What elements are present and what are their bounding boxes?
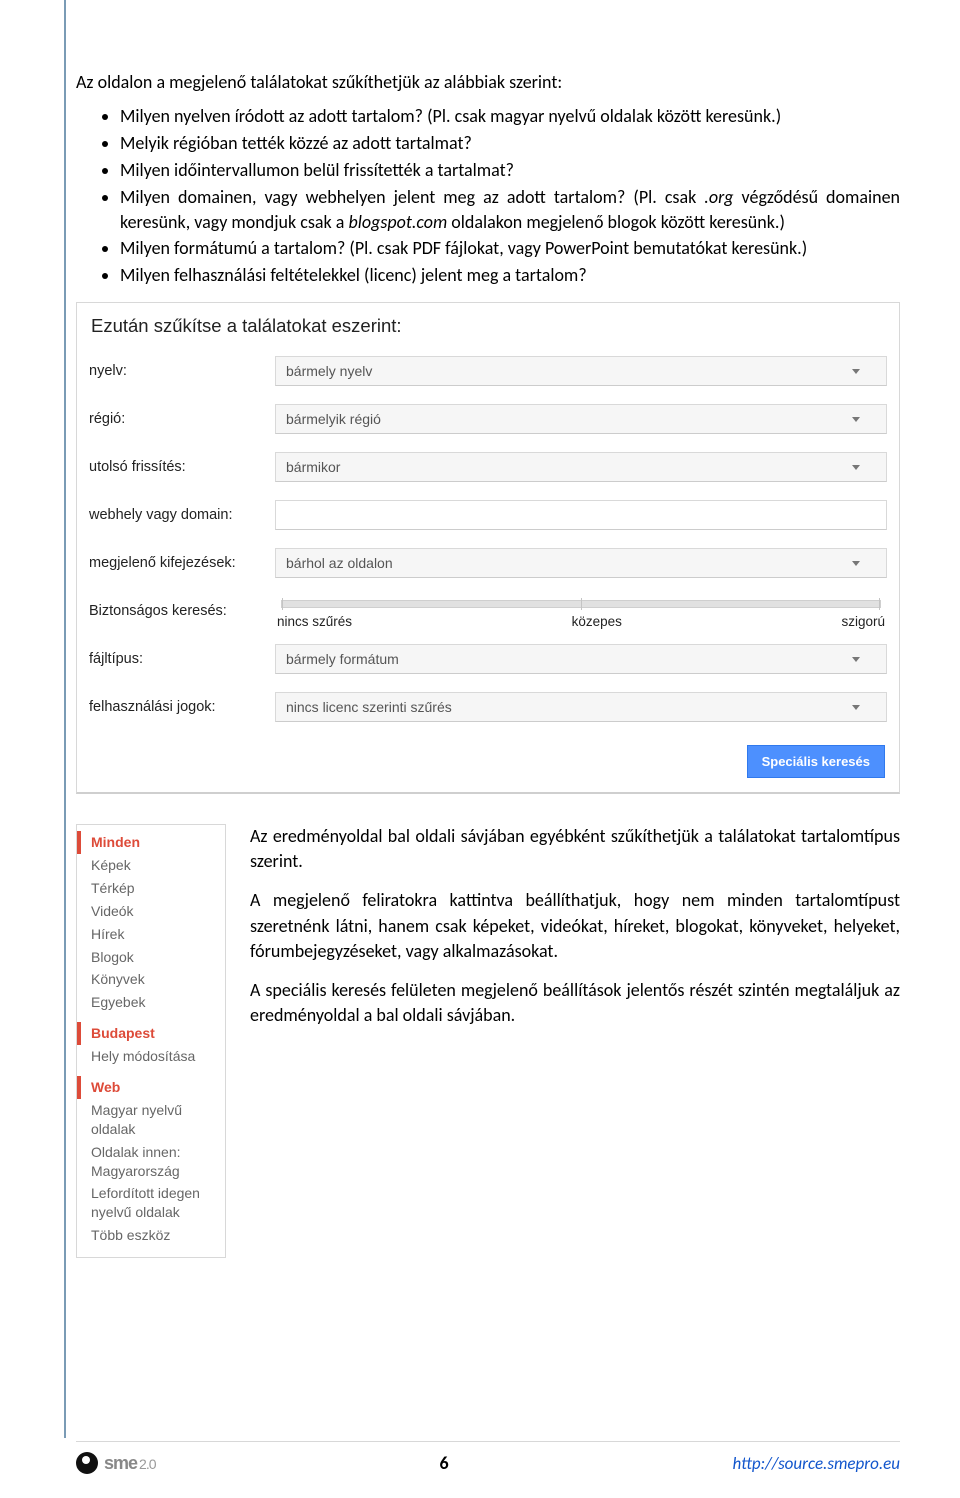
terms-select[interactable]: bárhol az oldalon [275, 548, 887, 578]
updated-label: utolsó frissítés: [89, 459, 275, 475]
footer-divider [76, 1441, 900, 1442]
bullet-item: Milyen nyelven íródott az adott tartalom… [120, 104, 900, 129]
filetype-value: bármely formátum [286, 651, 399, 667]
sidebar-item[interactable]: Magyar nyelvű oldalak [77, 1099, 225, 1141]
sidebar-item-label: Minden [91, 834, 140, 850]
safesearch-slider[interactable] [281, 600, 881, 608]
bullet-text-italic: blogspot.com [348, 211, 447, 233]
slider-label-medium: közepes [572, 614, 622, 629]
site-label: webhely vagy domain: [89, 507, 275, 523]
chevron-down-icon [852, 417, 860, 422]
chevron-down-icon [852, 705, 860, 710]
active-indicator [77, 831, 81, 854]
bullet-text: Milyen domainen, vagy webhelyen jelent m… [120, 186, 704, 208]
safesearch-label: Biztonságos keresés: [89, 603, 275, 619]
sidebar-item-label: Oldalak innen: Magyarország [91, 1144, 181, 1179]
sidebar-item[interactable]: Minden [77, 831, 225, 854]
bullet-text: oldalakon megjelenő blogok között keresü… [447, 211, 785, 233]
site-input[interactable] [275, 500, 887, 530]
bullet-item: Milyen felhasználási feltételekkel (lice… [120, 263, 900, 288]
brand-version: 2.0 [139, 1456, 155, 1472]
region-select[interactable]: bármelyik régió [275, 404, 887, 434]
bullet-item: Milyen időintervallumon belül frissített… [120, 158, 900, 183]
updated-select[interactable]: bármikor [275, 452, 887, 482]
slider-label-none: nincs szűrés [277, 614, 352, 629]
lang-value: bármely nyelv [286, 363, 372, 379]
intro-text: Az oldalon a megjelenő találatokat szűkí… [76, 70, 900, 94]
lang-label: nyelv: [89, 363, 275, 379]
page-left-rule [64, 0, 66, 1438]
filetype-label: fájltípus: [89, 651, 275, 667]
explanatory-text: Az eredményoldal bal oldali sávjában egy… [250, 824, 900, 1258]
slider-tick [879, 598, 880, 610]
slider-tick [282, 598, 283, 610]
sidebar-item-label: Hírek [91, 926, 124, 942]
bullet-item: Milyen domainen, vagy webhelyen jelent m… [120, 185, 900, 235]
sidebar-item[interactable]: Web [77, 1076, 225, 1099]
sidebar-item[interactable]: Több eszköz [77, 1224, 225, 1247]
brand-logo-icon [76, 1452, 98, 1474]
active-indicator [77, 1076, 81, 1099]
bullet-text-italic: .org [704, 186, 733, 208]
results-sidebar: Minden Képek Térkép Videók Hírek Blogok Könyve… [76, 824, 226, 1258]
sidebar-item-label: Egyebek [91, 994, 145, 1010]
sidebar-item[interactable]: Blogok [77, 946, 225, 969]
sidebar-item[interactable]: Oldalak innen: Magyarország [77, 1141, 225, 1183]
bullet-list: Milyen nyelven íródott az adott tartalom… [76, 104, 900, 288]
sidebar-item-label: Web [91, 1079, 120, 1095]
sidebar-item[interactable]: Budapest [77, 1022, 225, 1045]
page-number: 6 [439, 1452, 448, 1474]
slider-label-strict: szigorú [841, 614, 885, 629]
region-label: régió: [89, 411, 275, 427]
terms-value: bárhol az oldalon [286, 555, 393, 571]
brand-name: sme [104, 1453, 137, 1473]
advanced-search-title: Ezután szűkítse a találatokat eszerint: [77, 303, 899, 347]
filetype-select[interactable]: bármely formátum [275, 644, 887, 674]
advanced-search-button[interactable]: Speciális keresés [747, 745, 885, 778]
sidebar-item-label: Magyar nyelvű oldalak [91, 1102, 182, 1137]
bullet-item: Milyen formátumú a tartalom? (Pl. csak P… [120, 236, 900, 261]
sidebar-item-label: Lefordított idegen nyelvű oldalak [91, 1185, 200, 1220]
sidebar-item[interactable]: Könyvek [77, 968, 225, 991]
sidebar-item[interactable]: Hely módosítása [77, 1045, 225, 1068]
bullet-item: Melyik régióban tették közzé az adott ta… [120, 131, 900, 156]
paragraph: Az eredményoldal bal oldali sávjában egy… [250, 824, 900, 874]
rights-value: nincs licenc szerinti szűrés [286, 699, 452, 715]
sidebar-item[interactable]: Lefordított idegen nyelvű oldalak [77, 1182, 225, 1224]
paragraph: A speciális keresés felületen megjelenő … [250, 978, 900, 1028]
advanced-search-panel: Ezután szűkítse a találatokat eszerint: … [76, 302, 900, 794]
sidebar-item-label: Hely módosítása [91, 1048, 195, 1064]
sidebar-item-label: Több eszköz [91, 1227, 170, 1243]
sidebar-item-label: Blogok [91, 949, 134, 965]
rights-label: felhasználási jogok: [89, 699, 275, 715]
slider-tick [581, 598, 582, 610]
brand-block: sme2.0 [76, 1452, 156, 1474]
sidebar-item-label: Könyvek [91, 971, 145, 987]
paragraph: A megjelenő feliratokra kattintva beállí… [250, 888, 900, 964]
chevron-down-icon [852, 657, 860, 662]
chevron-down-icon [852, 561, 860, 566]
sidebar-item[interactable]: Hírek [77, 923, 225, 946]
active-indicator [77, 1022, 81, 1045]
page-footer: sme2.0 6 http://source.smepro.eu [76, 1452, 900, 1474]
sidebar-item[interactable]: Képek [77, 854, 225, 877]
footer-url[interactable]: http://source.smepro.eu [733, 1453, 900, 1474]
terms-label: megjelenő kifejezések: [89, 555, 275, 571]
rights-select[interactable]: nincs licenc szerinti szűrés [275, 692, 887, 722]
chevron-down-icon [852, 465, 860, 470]
sidebar-item[interactable]: Egyebek [77, 991, 225, 1014]
sidebar-item-label: Budapest [91, 1025, 155, 1041]
sidebar-item[interactable]: Térkép [77, 877, 225, 900]
lang-select[interactable]: bármely nyelv [275, 356, 887, 386]
sidebar-item[interactable]: Videók [77, 900, 225, 923]
region-value: bármelyik régió [286, 411, 381, 427]
updated-value: bármikor [286, 459, 340, 475]
sidebar-item-label: Térkép [91, 880, 135, 896]
sidebar-item-label: Képek [91, 857, 131, 873]
chevron-down-icon [852, 369, 860, 374]
sidebar-item-label: Videók [91, 903, 134, 919]
